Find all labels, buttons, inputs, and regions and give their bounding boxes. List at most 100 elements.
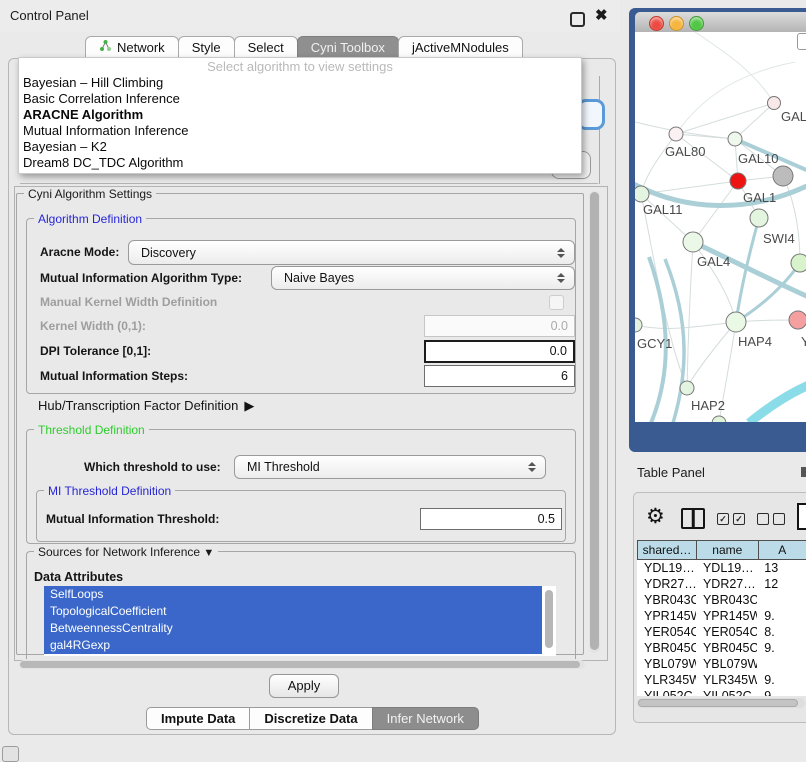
table-row[interactable]: YER054CYER054C8. (637, 624, 806, 640)
network-window-titlebar[interactable] (635, 12, 806, 33)
dropdown-placeholder: Select algorithm to view settings (19, 58, 581, 75)
mi-threshold-field[interactable]: 0.5 (420, 508, 562, 530)
aracne-mode-select[interactable]: Discovery (128, 240, 575, 265)
chevron-right-icon[interactable]: ▶ (244, 398, 254, 414)
network-node[interactable] (712, 416, 726, 422)
network-node[interactable] (726, 312, 746, 332)
tab-jactivemnodules[interactable]: jActiveMNodules (398, 36, 523, 59)
network-node[interactable] (730, 173, 746, 189)
network-node[interactable] (773, 166, 793, 186)
network-view[interactable]: GALGAL80GAL10GAL1GAL11SWI4GAL4GCY1HAP4YH… (635, 32, 806, 422)
table-row[interactable]: YDL19…YDL19…13 (637, 560, 806, 576)
network-node[interactable] (683, 232, 703, 252)
algorithm-option-basic-correlation-inference[interactable]: Basic Correlation Inference (19, 91, 581, 107)
table-row[interactable]: YDR27…YDR27…12 (637, 576, 806, 592)
table-row[interactable]: YLR345WYLR345W9. (637, 672, 806, 688)
screen: Control Panel ✖ NetworkStyleSelectCyni T… (0, 0, 806, 762)
network-node[interactable] (728, 132, 742, 146)
table-panel-float-icon[interactable] (801, 467, 806, 477)
deselect-all-icon[interactable] (757, 513, 785, 525)
table-row[interactable]: YBR045CYBR045C9. (637, 640, 806, 656)
network-edge[interactable] (693, 181, 738, 242)
network-edge[interactable] (676, 103, 774, 134)
network-node[interactable] (750, 209, 768, 227)
network-node[interactable] (680, 381, 694, 395)
column-header-name[interactable]: name (696, 540, 759, 560)
table-cell: YER054C (637, 624, 696, 640)
network-node[interactable] (789, 311, 806, 329)
table-panel-title: Table Panel (637, 465, 705, 480)
gear-icon[interactable]: ⚙ (646, 504, 665, 529)
zoom-traffic-light[interactable] (689, 16, 704, 31)
mi-type-select[interactable]: Naive Bayes (271, 266, 575, 290)
document-icon[interactable] (797, 503, 806, 530)
tab-style[interactable]: Style (178, 36, 235, 59)
tab-network[interactable]: Network (85, 36, 179, 59)
list-scrollbar[interactable] (545, 590, 553, 648)
node-label-swi4: SWI4 (763, 231, 795, 246)
minimize-traffic-light[interactable] (669, 16, 684, 31)
network-edge[interactable] (641, 134, 676, 194)
float-window-icon[interactable] (570, 12, 585, 27)
network-edge[interactable] (695, 32, 774, 103)
hidden-groupbox-border (599, 76, 600, 184)
algorithm-option-bayesian-k2[interactable]: Bayesian – K2 (19, 139, 581, 155)
tab-impute-data[interactable]: Impute Data (146, 707, 250, 730)
tab-select[interactable]: Select (234, 36, 298, 59)
node-label-hap4: HAP4 (738, 334, 772, 349)
attribute-item-topologicalcoefficient[interactable]: TopologicalCoefficient (44, 603, 542, 620)
settings-horizontal-scrollbar[interactable] (19, 660, 585, 669)
network-node[interactable] (635, 186, 649, 202)
network-edge[interactable] (735, 103, 774, 139)
close-icon[interactable]: ✖ (595, 6, 608, 24)
network-edge[interactable] (687, 242, 693, 388)
column-header-a[interactable]: A (758, 540, 806, 560)
dpi-tolerance-field[interactable]: 0.0 (424, 340, 575, 363)
sources-group-title[interactable]: Sources for Network Inference ▼ (34, 545, 218, 559)
manual-kernel-checkbox[interactable] (549, 295, 564, 310)
table-row[interactable]: YIL052CYIL052C9 (637, 688, 806, 696)
network-node[interactable] (635, 318, 642, 332)
sources-title-label: Sources for Network Inference (38, 545, 200, 559)
network-toolbar-chip[interactable] (797, 33, 806, 50)
select-all-icon[interactable]: ✓ ✓ (717, 513, 745, 525)
attribute-item-gal4rgexp[interactable]: gal4RGexp (44, 637, 542, 654)
checked-box-icon: ✓ (733, 513, 745, 525)
algorithm-option-dream8-dc-tdc-algorithm[interactable]: Dream8 DC_TDC Algorithm (19, 155, 581, 171)
settings-vertical-scrollbar[interactable] (589, 191, 600, 653)
node-label-gal10: GAL10 (738, 151, 778, 166)
table-row[interactable]: YBL079WYBL079W (637, 656, 806, 672)
network-edge[interactable] (749, 384, 806, 422)
network-edge[interactable] (635, 322, 736, 328)
hidden-groupbox-border-bottom (20, 183, 598, 184)
network-edge[interactable] (687, 322, 736, 388)
close-traffic-light[interactable] (649, 16, 664, 31)
network-node[interactable] (768, 97, 781, 110)
network-node[interactable] (669, 127, 683, 141)
table-row[interactable]: YBR043CYBR043C (637, 592, 806, 608)
table-header: shared…nameA (637, 540, 806, 560)
columns-icon[interactable] (681, 508, 705, 529)
collapsed-panel-chip[interactable] (2, 746, 19, 762)
which-threshold-select[interactable]: MI Threshold (234, 455, 546, 479)
chevron-down-icon[interactable]: ▼ (203, 547, 214, 559)
tab-cyni-toolbox[interactable]: Cyni Toolbox (297, 36, 399, 59)
algorithm-option-mutual-information-inference[interactable]: Mutual Information Inference (19, 123, 581, 139)
network-icon (99, 37, 112, 59)
table-row[interactable]: YPR145WYPR145W9. (637, 608, 806, 624)
network-edge[interactable] (635, 122, 735, 139)
table-horizontal-scrollbar[interactable] (637, 698, 805, 708)
tab-discretize-data[interactable]: Discretize Data (249, 707, 372, 730)
hub-definition-toggle[interactable]: Hub/Transcription Factor Definition▶ (38, 398, 254, 414)
attribute-item-betweennesscentrality[interactable]: BetweennessCentrality (44, 620, 542, 637)
attribute-item-selfloops[interactable]: SelfLoops (44, 586, 542, 603)
network-node[interactable] (791, 254, 806, 272)
mi-steps-field[interactable]: 6 (424, 365, 575, 387)
tab-infer-network[interactable]: Infer Network (372, 707, 479, 730)
column-header-shared[interactable]: shared… (637, 540, 697, 560)
algorithm-option-bayesian-hill-climbing[interactable]: Bayesian – Hill Climbing (19, 75, 581, 91)
apply-button[interactable]: Apply (269, 674, 339, 698)
kernel-width-field[interactable]: 0.0 (424, 315, 575, 337)
algorithm-option-aracne-algorithm[interactable]: ARACNE Algorithm (19, 107, 581, 123)
data-attributes-list[interactable]: SelfLoopsTopologicalCoefficientBetweenne… (44, 586, 556, 656)
